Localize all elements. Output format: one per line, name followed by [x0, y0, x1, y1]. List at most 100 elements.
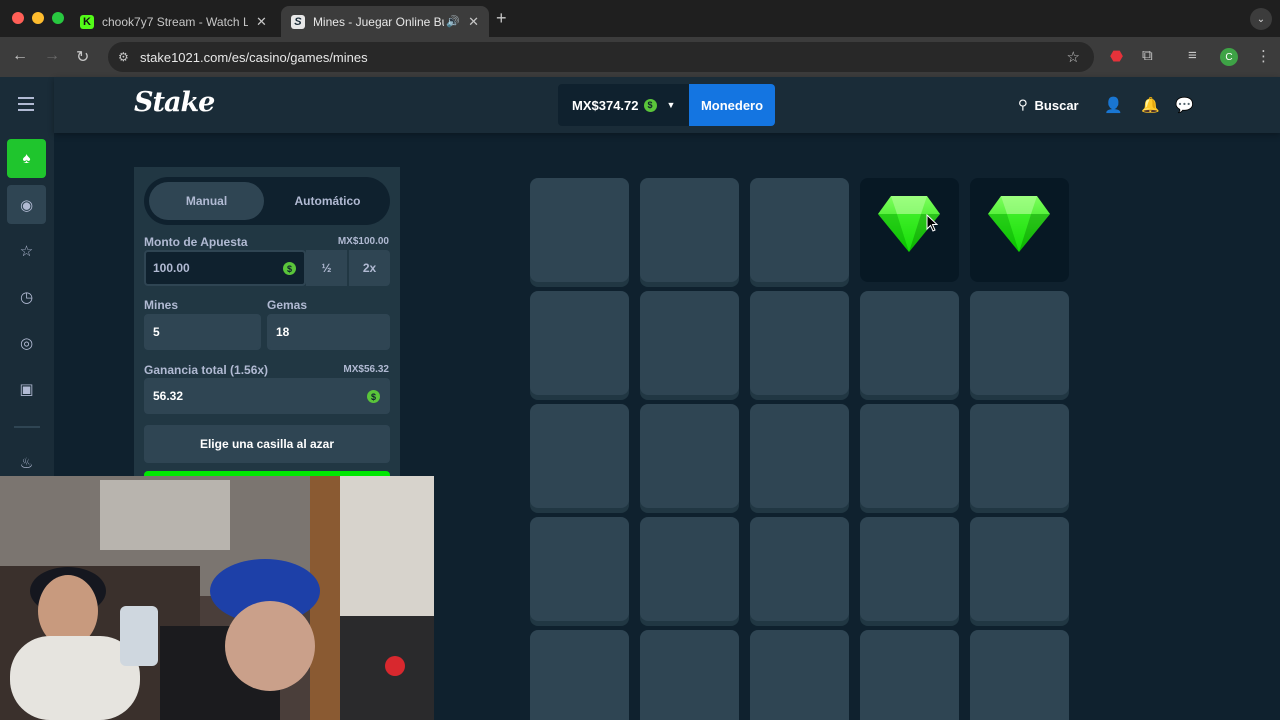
tab-manual[interactable]: Manual: [149, 182, 264, 220]
hidden-tile[interactable]: [530, 291, 629, 395]
total-profit-value: 56.32: [153, 389, 184, 403]
sidebar-divider: [14, 426, 40, 428]
close-tab-icon[interactable]: ✕: [468, 14, 479, 30]
hidden-tile[interactable]: [750, 178, 849, 282]
originals-icon[interactable]: ▣: [7, 369, 46, 408]
hidden-tile[interactable]: [750, 404, 849, 508]
hidden-tile[interactable]: [530, 517, 629, 621]
balance-selector[interactable]: MX$374.72 $ ▼: [558, 84, 689, 126]
hidden-tile[interactable]: [750, 517, 849, 621]
notifications-bell-icon[interactable]: 🔔: [1141, 96, 1160, 114]
gems-count-value: 18: [276, 325, 290, 339]
hidden-tile[interactable]: [970, 517, 1069, 621]
hidden-tile[interactable]: [530, 630, 629, 720]
tab-automatic[interactable]: Automático: [270, 182, 385, 220]
mines-label: Mines: [144, 298, 179, 312]
gem-icon: [988, 196, 1050, 252]
mines-count-value: 5: [153, 325, 160, 339]
address-bar[interactable]: ⚙ stake1021.com/es/casino/games/mines ☆: [108, 42, 1094, 72]
casino-icon[interactable]: ♠: [7, 139, 46, 178]
hidden-tile[interactable]: [970, 630, 1069, 720]
hidden-tile[interactable]: [970, 291, 1069, 395]
browser-toolbar: ← → ↻ ⚙ stake1021.com/es/casino/games/mi…: [0, 37, 1280, 77]
mines-board: [400, 167, 1200, 720]
hidden-tile[interactable]: [640, 291, 739, 395]
mode-toggle: Manual Automático: [144, 177, 390, 225]
stake-favicon-icon: S: [291, 14, 305, 29]
total-profit-label: Ganancia total (1.56x): [144, 363, 269, 377]
bet-amount-input[interactable]: 100.00 $: [144, 250, 306, 286]
bet-amount-value: 100.00: [153, 261, 190, 275]
speaker-icon[interactable]: 🔊: [446, 15, 460, 28]
currency-coin-icon: $: [283, 262, 296, 275]
maximize-window-button[interactable]: [52, 12, 64, 24]
hidden-tile[interactable]: [640, 517, 739, 621]
hidden-tile[interactable]: [860, 630, 959, 720]
tab-search-icon[interactable]: ⌄: [1250, 8, 1272, 30]
browser-tab-bar: K chook7y7 Stream - Watch Liv ✕ S Mines …: [0, 0, 1280, 37]
gems-label: Gemas: [267, 298, 308, 312]
gems-count-field: 18: [267, 314, 390, 350]
hidden-tile[interactable]: [750, 630, 849, 720]
extensions-puzzle-icon[interactable]: ⧉: [1142, 47, 1153, 64]
tab-title: chook7y7 Stream - Watch Liv: [102, 14, 248, 29]
total-profit-currency-value: MX$56.32: [343, 364, 389, 375]
search-icon: ⚲: [1018, 97, 1028, 112]
sports-icon[interactable]: ◉: [7, 185, 46, 224]
balance-amount: MX$374.72: [572, 97, 639, 113]
close-tab-icon[interactable]: ✕: [256, 14, 267, 30]
mouse-cursor: [926, 213, 939, 232]
search-button[interactable]: ⚲ Buscar: [1018, 97, 1079, 113]
favorites-star-icon[interactable]: ☆: [7, 231, 46, 270]
profile-avatar[interactable]: C: [1220, 48, 1238, 66]
bet-amount-currency-value: MX$100.00: [337, 236, 389, 247]
total-profit-field: 56.32 $: [144, 378, 390, 414]
site-info-icon[interactable]: ⚙: [118, 50, 132, 64]
bookmark-star-icon[interactable]: ☆: [1067, 48, 1080, 66]
gem-tile[interactable]: [860, 178, 959, 282]
mines-count-select[interactable]: 5: [144, 314, 261, 350]
kick-favicon-icon: K: [80, 14, 94, 29]
hidden-tile[interactable]: [530, 404, 629, 508]
back-icon[interactable]: ←: [12, 47, 28, 65]
hidden-tile[interactable]: [530, 178, 629, 282]
gem-tile[interactable]: [970, 178, 1069, 282]
minimize-window-button[interactable]: [32, 12, 44, 24]
chevron-down-icon: ▼: [666, 100, 676, 110]
hidden-tile[interactable]: [860, 291, 959, 395]
url-text: stake1021.com/es/casino/games/mines: [140, 49, 368, 65]
hidden-tile[interactable]: [860, 517, 959, 621]
chat-icon[interactable]: 💬: [1175, 96, 1194, 114]
site-header: Stake MX$374.72 $ ▼ Monedero ⚲ Buscar 👤 …: [54, 77, 1280, 133]
extension-red-icon[interactable]: ⬣: [1110, 47, 1123, 65]
search-label: Buscar: [1034, 97, 1079, 113]
tab-title: Mines - Juegar Online Bu: [312, 14, 445, 29]
menu-icon[interactable]: [18, 97, 34, 111]
webcam-overlay: [0, 476, 434, 720]
forward-icon[interactable]: →: [44, 47, 60, 65]
hidden-tile[interactable]: [640, 178, 739, 282]
hidden-tile[interactable]: [640, 404, 739, 508]
currency-coin-icon: $: [367, 390, 380, 403]
user-icon[interactable]: 👤: [1104, 96, 1123, 114]
pick-random-tile-button[interactable]: Elige una casilla al azar: [144, 425, 390, 463]
recent-history-icon[interactable]: ◷: [7, 277, 46, 316]
browser-menu-icon[interactable]: ⋮: [1256, 47, 1271, 65]
hidden-tile[interactable]: [640, 630, 739, 720]
hidden-tile[interactable]: [970, 404, 1069, 508]
half-bet-button[interactable]: ½: [306, 250, 347, 286]
new-tab-icon[interactable]: +: [496, 8, 507, 29]
double-bet-button[interactable]: 2x: [347, 250, 390, 286]
reload-icon[interactable]: ↻: [76, 47, 89, 67]
bet-amount-label: Monto de Apuesta: [144, 235, 248, 249]
wallet-button[interactable]: Monedero: [689, 84, 775, 126]
browser-tab-kick[interactable]: K chook7y7 Stream - Watch Liv ✕: [70, 6, 280, 37]
stake-logo[interactable]: Stake: [134, 87, 215, 118]
challenges-icon[interactable]: ◎: [7, 323, 46, 362]
hidden-tile[interactable]: [860, 404, 959, 508]
browser-tab-mines[interactable]: S Mines - Juegar Online Bu 🔊 ✕: [281, 6, 489, 37]
currency-coin-icon: $: [643, 98, 657, 112]
media-controls-icon[interactable]: ≡: [1188, 47, 1197, 64]
close-window-button[interactable]: [12, 12, 24, 24]
hidden-tile[interactable]: [750, 291, 849, 395]
